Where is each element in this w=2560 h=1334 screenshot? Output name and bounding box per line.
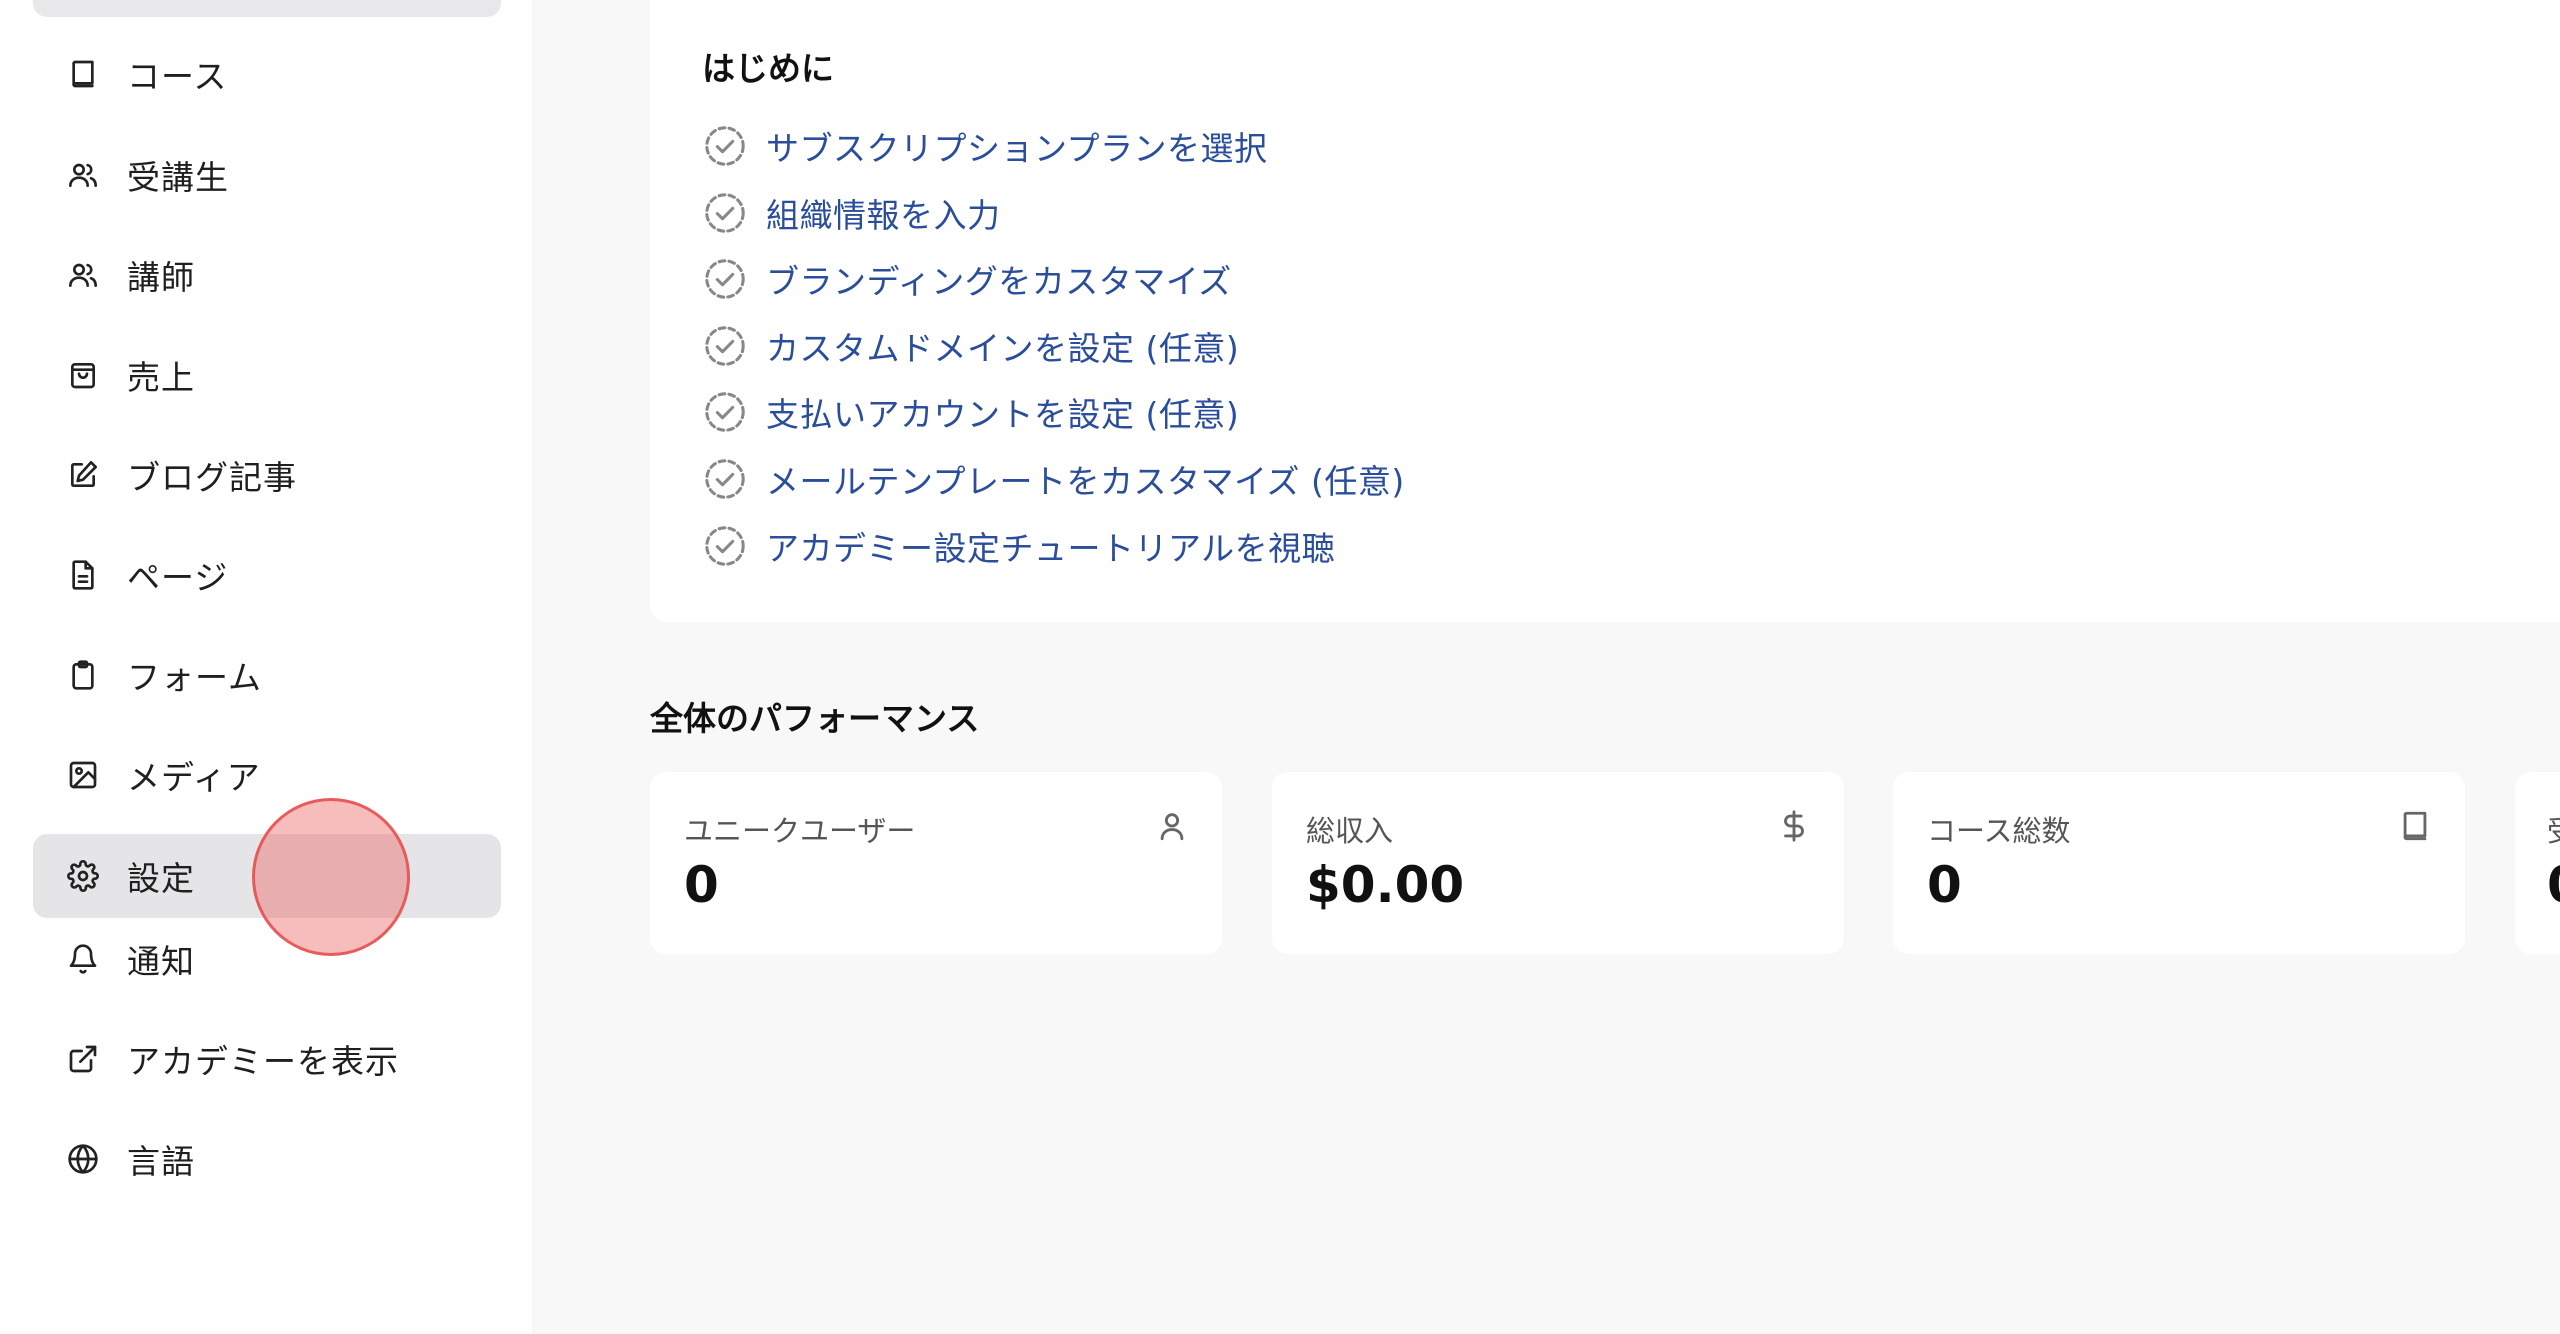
shopping-bag-icon	[66, 358, 100, 392]
stat-value: 0	[1927, 856, 1962, 914]
sidebar-item-label: メディア	[127, 758, 261, 797]
sidebar-item-courses[interactable]: コース	[33, 32, 501, 116]
stat-card-total-revenue: 総収入 $0.00	[1272, 772, 1844, 954]
sidebar-item-label: 通知	[127, 942, 195, 981]
stat-label: ユニークユーザー	[684, 814, 916, 848]
app-window: コース 受講生 講師 売上 ブログ記事 ページ フォーム メディア 設定 通知 …	[0, 0, 2560, 1334]
bell-icon	[66, 942, 100, 976]
stat-label: コース総数	[1927, 814, 2071, 848]
sidebar-item-label: 言語	[127, 1142, 195, 1181]
task-custom-domain[interactable]: カスタムドメインを設定 (任意)	[702, 322, 1239, 370]
task-label: ブランディングをカスタマイズ	[766, 262, 1232, 301]
book-icon	[66, 57, 100, 91]
click-indicator	[252, 798, 410, 956]
image-icon	[66, 758, 100, 792]
task-label: 支払いアカウントを設定 (任意)	[766, 395, 1240, 434]
sidebar-item-language[interactable]: 言語	[33, 1117, 501, 1201]
sidebar-item-label: ブログ記事	[127, 458, 297, 497]
clipboard-icon	[66, 658, 100, 692]
sidebar-item-notifications[interactable]: 通知	[33, 917, 501, 1001]
stat-value: $0.00	[1306, 856, 1465, 914]
dashed-check-circle-icon	[702, 389, 748, 435]
stat-value: 0	[2547, 856, 2560, 914]
sidebar-item-label: 受講生	[127, 158, 229, 197]
sidebar-item-label: コース	[127, 57, 228, 96]
task-label: 組織情報を入力	[766, 196, 1001, 235]
dashed-check-circle-icon	[702, 323, 748, 369]
sidebar-item-label: ページ	[127, 558, 229, 597]
task-label: メールテンプレートをカスタマイズ (任意)	[766, 462, 1405, 501]
dashed-check-circle-icon	[702, 523, 748, 569]
stat-label: 受	[2547, 808, 2560, 850]
sidebar-item-sales[interactable]: 売上	[33, 333, 501, 417]
users-icon	[66, 158, 100, 192]
sidebar-item-instructors[interactable]: 講師	[33, 233, 501, 317]
stat-card-partial: 受 0	[2515, 772, 2560, 954]
sidebar-item-blog-posts[interactable]: ブログ記事	[33, 433, 501, 517]
task-organization-info[interactable]: 組織情報を入力	[702, 189, 1001, 237]
task-customize-branding[interactable]: ブランディングをカスタマイズ	[702, 255, 1232, 303]
task-label: サブスクリプションプランを選択	[766, 129, 1268, 168]
dashed-check-circle-icon	[702, 456, 748, 502]
stat-value: 0	[684, 856, 719, 914]
task-label: アカデミー設定チュートリアルを視聴	[766, 529, 1336, 568]
edit-icon	[66, 458, 100, 492]
main-content: はじめに サブスクリプションプランを選択 組織情報を入力 ブランディングをカスタ…	[532, 0, 2560, 1334]
sidebar-item-forms[interactable]: フォーム	[33, 633, 501, 717]
getting-started-title: はじめに	[702, 49, 834, 88]
performance-title: 全体のパフォーマンス	[650, 699, 980, 738]
task-select-plan[interactable]: サブスクリプションプランを選択	[702, 122, 1268, 170]
sidebar-item-label: 講師	[127, 258, 195, 297]
dollar-icon	[1776, 808, 1812, 844]
sidebar-item-students[interactable]: 受講生	[33, 133, 501, 217]
sidebar-item-media[interactable]: メディア	[33, 733, 501, 817]
task-label: カスタムドメインを設定 (任意)	[766, 329, 1240, 368]
sidebar-item-pages[interactable]: ページ	[33, 533, 501, 617]
sidebar-item-view-academy[interactable]: アカデミーを表示	[33, 1017, 501, 1101]
stat-card-unique-users: ユニークユーザー 0	[650, 772, 1222, 954]
dashed-check-circle-icon	[702, 190, 748, 236]
dashed-check-circle-icon	[702, 123, 748, 169]
external-link-icon	[66, 1042, 100, 1076]
stat-label: 総収入	[1306, 814, 1394, 848]
sidebar-item-label: 売上	[127, 358, 195, 397]
task-email-templates[interactable]: メールテンプレートをカスタマイズ (任意)	[702, 455, 1405, 503]
sidebar: コース 受講生 講師 売上 ブログ記事 ページ フォーム メディア 設定 通知 …	[0, 0, 532, 1334]
stat-card-total-courses: コース総数 0	[1893, 772, 2465, 954]
task-watch-tutorial[interactable]: アカデミー設定チュートリアルを視聴	[702, 522, 1335, 570]
sidebar-top-item[interactable]	[33, 0, 501, 17]
user-icon	[1154, 808, 1190, 844]
sidebar-item-label: フォーム	[127, 658, 263, 697]
sidebar-item-label: アカデミーを表示	[127, 1042, 399, 1081]
book-icon	[2397, 808, 2433, 844]
globe-icon	[66, 1142, 100, 1176]
users-icon	[66, 258, 100, 292]
dashed-check-circle-icon	[702, 256, 748, 302]
file-text-icon	[66, 558, 100, 592]
sidebar-item-label: 設定	[127, 859, 195, 898]
task-payment-account[interactable]: 支払いアカウントを設定 (任意)	[702, 388, 1239, 436]
gear-icon	[66, 859, 100, 893]
